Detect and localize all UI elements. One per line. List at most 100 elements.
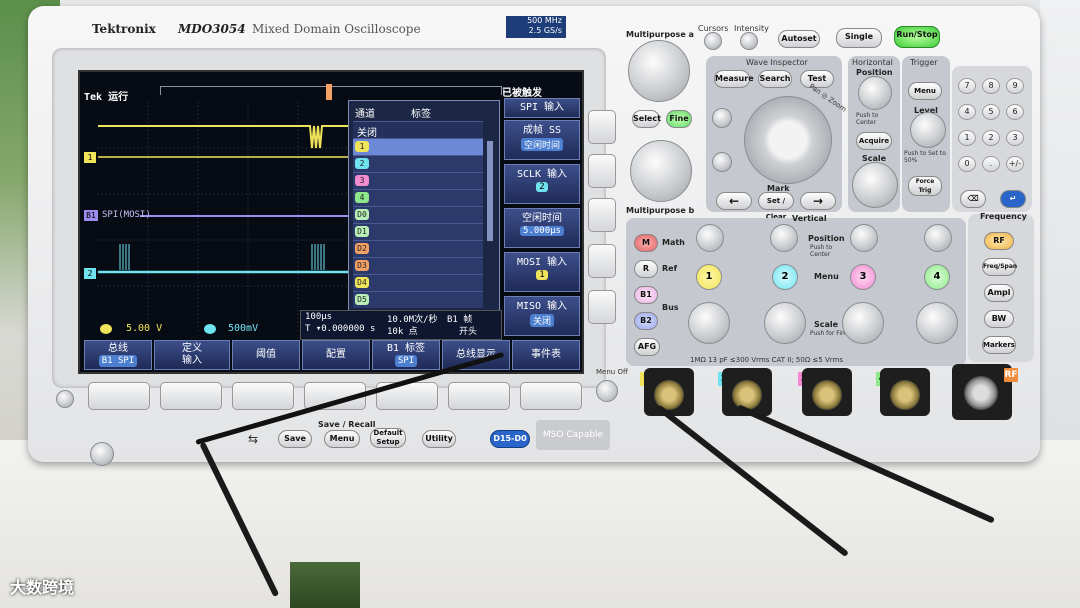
menu-off-button[interactable] bbox=[596, 380, 618, 402]
zoom-magnifier-icon[interactable] bbox=[712, 108, 732, 128]
freq-span-button[interactable]: Freq/Span bbox=[982, 258, 1017, 276]
menu-row-d4[interactable]: D4 bbox=[353, 274, 483, 291]
horizontal-scale-knob[interactable] bbox=[852, 162, 898, 208]
run-stop-button[interactable]: Run/Stop bbox=[894, 26, 940, 48]
bottom-menu-threshold[interactable]: 阈值 bbox=[232, 340, 300, 370]
ch3-bnc-connector[interactable] bbox=[802, 368, 852, 416]
side-button-5[interactable] bbox=[588, 290, 616, 324]
pan-zoom-knob[interactable] bbox=[744, 96, 832, 184]
menu-row-4[interactable]: 4 bbox=[353, 189, 483, 206]
intensity-button[interactable] bbox=[740, 32, 758, 50]
bottom-menu-define-inputs[interactable]: 定义 输入 bbox=[154, 340, 230, 370]
side-menu-framing[interactable]: 成帧 SS 空闲时间 bbox=[504, 120, 580, 160]
ch4-scale-knob[interactable] bbox=[916, 302, 958, 344]
acquire-button[interactable]: Acquire bbox=[856, 132, 892, 150]
ch4-bnc-connector[interactable] bbox=[880, 368, 930, 416]
bottom-menu-b1-label[interactable]: B1 标签 SPI bbox=[372, 340, 440, 370]
bezel-button-7[interactable] bbox=[520, 382, 582, 410]
default-setup-button[interactable]: Default Setup bbox=[370, 428, 406, 448]
side-button-1[interactable] bbox=[588, 110, 616, 144]
single-button[interactable]: Single bbox=[836, 28, 882, 48]
set-clear-button[interactable]: Set / Clear bbox=[758, 192, 794, 221]
trigger-menu-button[interactable]: Menu bbox=[908, 82, 942, 100]
ch1-bnc-connector[interactable] bbox=[644, 368, 694, 416]
autoset-button[interactable]: Autoset bbox=[778, 30, 820, 48]
afg-button[interactable]: AFG bbox=[634, 338, 660, 356]
digital-channels-button[interactable]: D15-D0 bbox=[490, 430, 530, 448]
bezel-button-2[interactable] bbox=[160, 382, 222, 410]
key-8[interactable]: 8 bbox=[982, 78, 1000, 94]
print-button[interactable] bbox=[56, 390, 74, 408]
bottom-menu-event-table[interactable]: 事件表 bbox=[512, 340, 580, 370]
side-menu-mosi[interactable]: MOSI 输入 1 bbox=[504, 252, 580, 292]
key-9[interactable]: 9 bbox=[1006, 78, 1024, 94]
mark-next-button[interactable]: → bbox=[800, 192, 836, 210]
side-button-2[interactable] bbox=[588, 154, 616, 188]
ch1-scale-knob[interactable] bbox=[688, 302, 730, 344]
trigger-level-knob[interactable] bbox=[910, 112, 946, 148]
menu-row-d1[interactable]: D1 bbox=[353, 223, 483, 240]
enter-button[interactable]: ↵ bbox=[1000, 190, 1026, 208]
ch2-position-knob[interactable] bbox=[770, 224, 798, 252]
bezel-button-3[interactable] bbox=[232, 382, 294, 410]
key-3[interactable]: 3 bbox=[1006, 130, 1024, 146]
cursors-button[interactable] bbox=[704, 32, 722, 50]
key-2[interactable]: 2 bbox=[982, 130, 1000, 146]
ch2-menu-button[interactable]: 2 bbox=[772, 264, 798, 290]
ch3-menu-button[interactable]: 3 bbox=[850, 264, 876, 290]
ampl-button[interactable]: Ampl bbox=[984, 284, 1014, 302]
key-4[interactable]: 4 bbox=[958, 104, 976, 120]
measure-button[interactable]: Measure bbox=[714, 70, 754, 88]
fine-button[interactable]: Fine bbox=[666, 110, 692, 128]
side-menu-sclk[interactable]: SCLK 输入 2 bbox=[504, 164, 580, 204]
power-button[interactable] bbox=[90, 442, 114, 466]
math-button[interactable]: M bbox=[634, 234, 658, 252]
save-button[interactable]: Save bbox=[278, 430, 312, 448]
b1-button[interactable]: B1 bbox=[634, 286, 658, 304]
menu-row-d0[interactable]: D0 bbox=[353, 206, 483, 223]
bezel-button-1[interactable] bbox=[88, 382, 150, 410]
play-pause-icon[interactable] bbox=[712, 152, 732, 172]
menu-row-3[interactable]: 3 bbox=[353, 172, 483, 189]
ch3-scale-knob[interactable] bbox=[842, 302, 884, 344]
menu-row-d5[interactable]: D5 bbox=[353, 291, 483, 308]
bezel-button-6[interactable] bbox=[448, 382, 510, 410]
ch2-marker[interactable]: 2 bbox=[84, 268, 96, 279]
rf-input-connector[interactable] bbox=[952, 364, 1012, 420]
ref-button[interactable]: R bbox=[634, 260, 658, 278]
key-0[interactable]: 0 bbox=[958, 156, 976, 172]
menu-row-2[interactable]: 2 bbox=[353, 155, 483, 172]
bw-button[interactable]: BW bbox=[984, 310, 1014, 328]
mark-previous-button[interactable]: ← bbox=[716, 192, 752, 210]
key-6[interactable]: 6 bbox=[1006, 104, 1024, 120]
utility-button[interactable]: Utility bbox=[422, 430, 456, 448]
menu-row-d2[interactable]: D2 bbox=[353, 240, 483, 257]
menu-row-1[interactable]: 1 bbox=[353, 138, 483, 155]
multipurpose-a-knob[interactable] bbox=[628, 40, 690, 102]
ch4-menu-button[interactable]: 4 bbox=[924, 264, 950, 290]
ch1-marker[interactable]: 1 bbox=[84, 152, 96, 163]
markers-button[interactable]: Markers bbox=[982, 336, 1016, 354]
ch2-scale-knob[interactable] bbox=[764, 302, 806, 344]
key-1[interactable]: 1 bbox=[958, 130, 976, 146]
menu-row-off[interactable]: 关闭 bbox=[353, 121, 483, 139]
multipurpose-b-knob[interactable] bbox=[630, 140, 692, 202]
side-button-4[interactable] bbox=[588, 244, 616, 278]
channel-label-menu[interactable]: 通道 标签 关闭 1 2 3 4 D0 D1 D2 D3 D4 D5 bbox=[348, 100, 500, 316]
side-menu-miso[interactable]: MISO 输入 关闭 bbox=[504, 296, 580, 336]
b2-button[interactable]: B2 bbox=[634, 312, 658, 330]
menu-scrollbar[interactable] bbox=[487, 141, 493, 241]
key-dot[interactable]: . bbox=[982, 156, 1000, 172]
horizontal-position-knob[interactable] bbox=[858, 76, 892, 110]
bottom-menu-bus[interactable]: 总线 B1 SPI bbox=[84, 340, 152, 370]
side-menu-idle-time[interactable]: 空闲时间 5.000µs bbox=[504, 208, 580, 248]
bottom-menu-config[interactable]: 配置 bbox=[302, 340, 370, 370]
rf-button[interactable]: RF bbox=[984, 232, 1014, 250]
b1-marker[interactable]: B1 bbox=[84, 210, 98, 221]
ch1-position-knob[interactable] bbox=[696, 224, 724, 252]
side-button-3[interactable] bbox=[588, 198, 616, 232]
key-plus-minus[interactable]: +/- bbox=[1006, 156, 1024, 172]
search-button[interactable]: Search bbox=[758, 70, 792, 88]
ch1-menu-button[interactable]: 1 bbox=[696, 264, 722, 290]
menu-row-d3[interactable]: D3 bbox=[353, 257, 483, 274]
